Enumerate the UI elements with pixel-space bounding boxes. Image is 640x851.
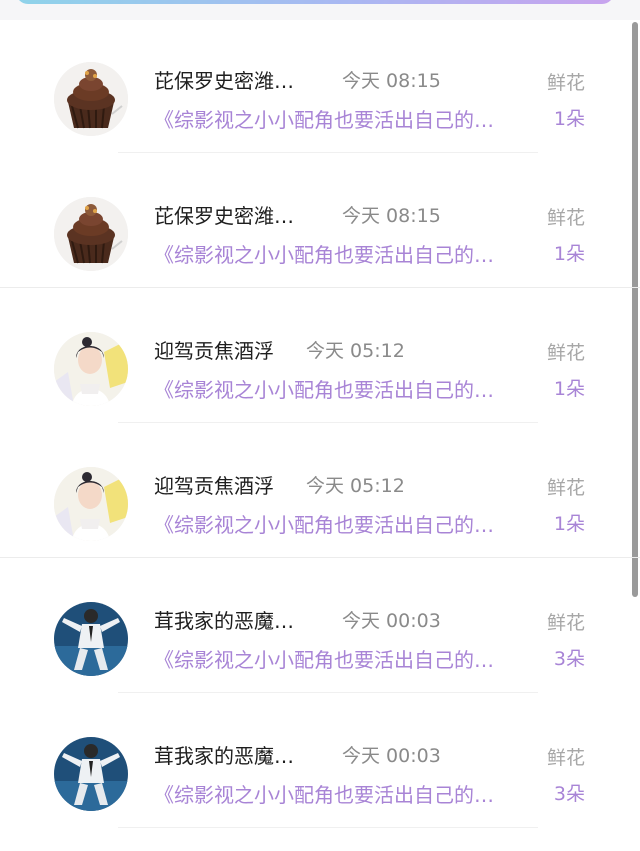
header-gradient-bar <box>16 0 614 4</box>
flower-count: 1朵 <box>553 513 585 535</box>
flower-count: 1朵 <box>553 378 585 400</box>
avatar[interactable] <box>54 197 128 271</box>
avatar[interactable] <box>54 467 128 541</box>
dancer-avatar-icon <box>54 602 128 676</box>
list-item[interactable]: 芘保罗史密潍… 今天 08:15 鲜花 《综影视之小小配角也要活出自己的… 1朵 <box>0 18 640 153</box>
timestamp: 今天 05:12 <box>306 340 405 362</box>
list-item[interactable]: 茸我家的恶魔… 今天 00:03 鲜花 《综影视之小小配角也要活出自己的… 3朵 <box>0 558 640 693</box>
gift-label: 鲜花 <box>546 477 585 499</box>
gift-label: 鲜花 <box>546 747 585 769</box>
girl-avatar-icon <box>54 332 128 406</box>
gift-label: 鲜花 <box>546 342 585 364</box>
cupcake-avatar-icon <box>54 62 128 136</box>
list-item[interactable]: 芘保罗史密潍… 今天 08:15 鲜花 《综影视之小小配角也要活出自己的… 1朵 <box>0 153 640 288</box>
book-title-link[interactable]: 《综影视之小小配角也要活出自己的… <box>154 779 539 808</box>
book-title-link[interactable]: 《综影视之小小配角也要活出自己的… <box>154 104 539 133</box>
flower-count: 1朵 <box>553 108 585 130</box>
flower-count: 3朵 <box>553 783 585 805</box>
gift-label: 鲜花 <box>546 207 585 229</box>
gift-label: 鲜花 <box>546 72 585 94</box>
user-name: 茸我家的恶魔… <box>154 744 294 768</box>
timestamp: 今天 00:03 <box>342 745 441 767</box>
book-title-link[interactable]: 《综影视之小小配角也要活出自己的… <box>154 509 539 538</box>
user-name: 芘保罗史密潍… <box>154 69 294 93</box>
list-item[interactable]: 茸我家的恶魔… 今天 00:03 鲜花 《综影视之小小配角也要活出自己的… 3朵 <box>0 693 640 828</box>
user-name: 芘保罗史密潍… <box>154 204 294 228</box>
timestamp: 今天 08:15 <box>342 205 441 227</box>
flower-record-list: 芘保罗史密潍… 今天 08:15 鲜花 《综影视之小小配角也要活出自己的… 1朵… <box>0 18 640 828</box>
gift-label: 鲜花 <box>546 612 585 634</box>
list-item[interactable]: 迎驾贡焦酒浮 今天 05:12 鲜花 《综影视之小小配角也要活出自己的… 1朵 <box>0 288 640 423</box>
avatar[interactable] <box>54 332 128 406</box>
flower-count: 1朵 <box>553 243 585 265</box>
avatar[interactable] <box>54 737 128 811</box>
user-name: 迎驾贡焦酒浮 <box>154 474 274 498</box>
book-title-link[interactable]: 《综影视之小小配角也要活出自己的… <box>154 374 539 403</box>
header-band <box>0 0 640 20</box>
dancer-avatar-icon <box>54 737 128 811</box>
list-item[interactable]: 迎驾贡焦酒浮 今天 05:12 鲜花 《综影视之小小配角也要活出自己的… 1朵 <box>0 423 640 558</box>
avatar[interactable] <box>54 62 128 136</box>
user-name: 迎驾贡焦酒浮 <box>154 339 274 363</box>
divider <box>118 827 538 828</box>
user-name: 茸我家的恶魔… <box>154 609 294 633</box>
book-title-link[interactable]: 《综影视之小小配角也要活出自己的… <box>154 239 539 268</box>
girl-avatar-icon <box>54 467 128 541</box>
avatar[interactable] <box>54 602 128 676</box>
cupcake-avatar-icon <box>54 197 128 271</box>
timestamp: 今天 08:15 <box>342 70 441 92</box>
flower-count: 3朵 <box>553 648 585 670</box>
timestamp: 今天 05:12 <box>306 475 405 497</box>
timestamp: 今天 00:03 <box>342 610 441 632</box>
book-title-link[interactable]: 《综影视之小小配角也要活出自己的… <box>154 644 539 673</box>
